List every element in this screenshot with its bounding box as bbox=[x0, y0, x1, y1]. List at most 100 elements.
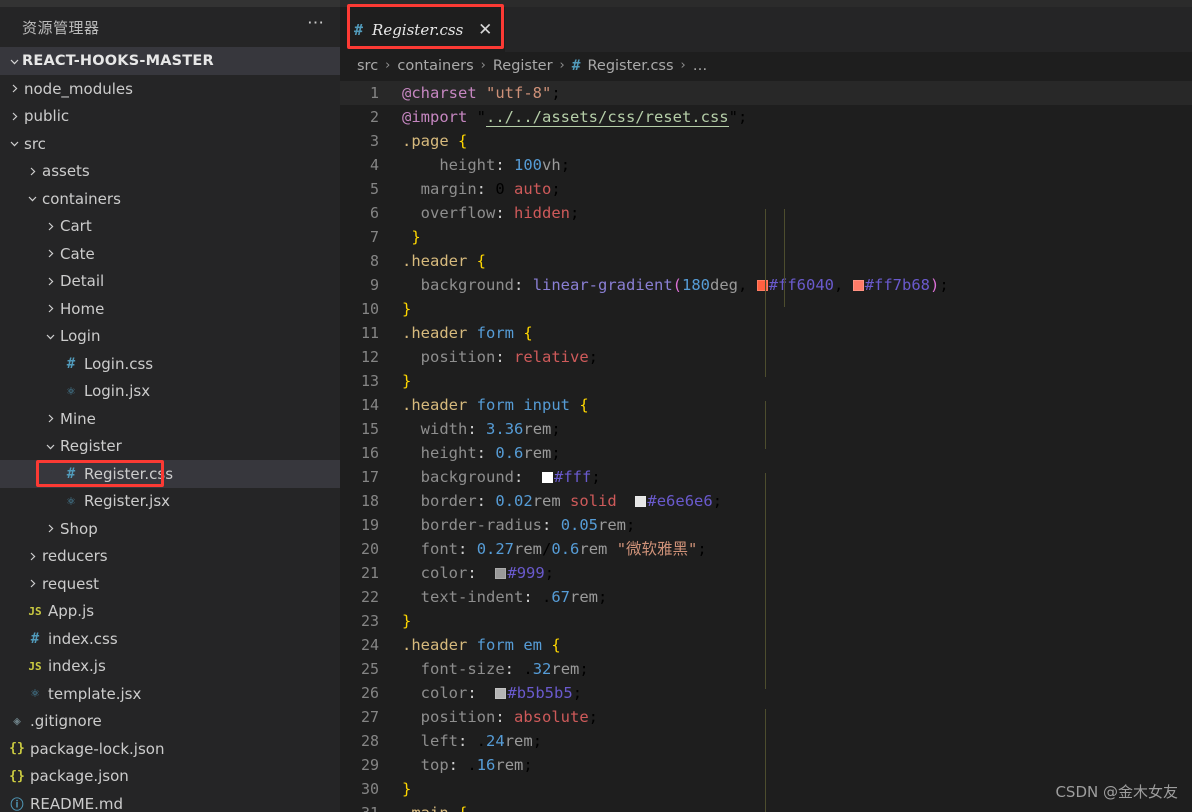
tree-item-mine[interactable]: Mine bbox=[0, 405, 340, 433]
line-number: 6 bbox=[369, 204, 379, 222]
breadcrumb-item-register[interactable]: Register bbox=[493, 58, 553, 74]
line-number: 23 bbox=[360, 612, 379, 630]
chevron-right-icon bbox=[24, 578, 40, 589]
tree-item-public[interactable]: public bbox=[0, 103, 340, 131]
color-swatch[interactable] bbox=[542, 472, 554, 483]
tree-item-detail[interactable]: Detail bbox=[0, 268, 340, 296]
tree-item-cate[interactable]: Cate bbox=[0, 240, 340, 268]
tree-item-assets[interactable]: assets bbox=[0, 158, 340, 186]
tree-item-login-jsx[interactable]: ⚛ Login.jsx bbox=[0, 378, 340, 406]
breadcrumb-item-register-css[interactable]: Register.css bbox=[587, 58, 673, 74]
tree-item-template-jsx[interactable]: ⚛ template.jsx bbox=[0, 680, 340, 708]
code-editor[interactable]: 1 @charset "utf-8"; 2 @import "../../assets… bbox=[340, 79, 1192, 812]
tree-item-label: App.js bbox=[48, 602, 95, 621]
tree-item-shop[interactable]: Shop bbox=[0, 515, 340, 543]
chevron-right-icon bbox=[24, 551, 40, 562]
color-swatch[interactable] bbox=[852, 280, 864, 291]
code-line[interactable]: 16 height: 0.6rem; bbox=[340, 441, 1192, 465]
tree-item-index-js[interactable]: JS index.js bbox=[0, 653, 340, 681]
tree-item-label: Shop bbox=[60, 519, 98, 538]
code-line[interactable]: 1 @charset "utf-8"; bbox=[340, 81, 1192, 105]
code-line[interactable]: 18 border: 0.02rem solid #e6e6e6; bbox=[340, 489, 1192, 513]
code-line[interactable]: 25 font-size: .32rem; bbox=[340, 657, 1192, 681]
code-line-text: .header form em { bbox=[402, 636, 561, 654]
tree-item-register-css[interactable]: # Register.css bbox=[0, 460, 340, 488]
code-line[interactable]: 15 width: 3.36rem; bbox=[340, 417, 1192, 441]
code-line[interactable]: 20 font: 0.27rem/0.6rem "微软雅黑"; bbox=[340, 537, 1192, 561]
tree-item-label: index.js bbox=[48, 657, 106, 676]
breadcrumb-item-src[interactable]: src bbox=[357, 58, 378, 74]
file-tree[interactable]: REACT-HOOKS-MASTER node_modules public src… bbox=[0, 47, 340, 812]
tree-item-containers[interactable]: containers bbox=[0, 185, 340, 213]
code-line[interactable]: 23} bbox=[340, 609, 1192, 633]
code-line[interactable]: 21 color: #999; bbox=[340, 561, 1192, 585]
tree-item-reducers[interactable]: reducers bbox=[0, 543, 340, 571]
code-line-text: @import "../../assets/css/reset.css"; bbox=[402, 108, 748, 127]
code-line[interactable]: 26 color: #b5b5b5; bbox=[340, 681, 1192, 705]
color-swatch[interactable] bbox=[756, 280, 768, 291]
title-bar-left bbox=[0, 0, 340, 7]
code-line[interactable]: 12 position: relative; bbox=[340, 345, 1192, 369]
code-line[interactable]: 10} bbox=[340, 297, 1192, 321]
code-line[interactable]: 5 margin: 0 auto; bbox=[340, 177, 1192, 201]
color-swatch[interactable] bbox=[495, 568, 507, 579]
code-line-text: @charset "utf-8"; bbox=[402, 84, 561, 102]
code-line-text: color: #999; bbox=[420, 564, 555, 582]
tree-item-login-css[interactable]: # Login.css bbox=[0, 350, 340, 378]
tree-item-cart[interactable]: Cart bbox=[0, 213, 340, 241]
tree-root-label: REACT-HOOKS-MASTER bbox=[22, 53, 214, 69]
tree-item-login[interactable]: Login bbox=[0, 323, 340, 351]
code-line[interactable]: 6 overflow: hidden; bbox=[340, 201, 1192, 225]
code-line[interactable]: 9 background: linear-gradient(180deg, #f… bbox=[340, 273, 1192, 297]
tree-item-index-css[interactable]: # index.css bbox=[0, 625, 340, 653]
code-line[interactable]: 11 .header form { bbox=[340, 321, 1192, 345]
code-line[interactable]: 31.main { bbox=[340, 801, 1192, 812]
tree-item-label: request bbox=[42, 574, 100, 593]
tree-item-package-json[interactable]: {} package.json bbox=[0, 763, 340, 791]
tree-item-src[interactable]: src bbox=[0, 130, 340, 158]
color-swatch[interactable] bbox=[495, 688, 507, 699]
tab-register-css[interactable]: # Register.css ✕ bbox=[340, 7, 507, 52]
code-line[interactable]: 27 position: absolute; bbox=[340, 705, 1192, 729]
tree-item-register-jsx[interactable]: ⚛ Register.jsx bbox=[0, 488, 340, 516]
code-line[interactable]: 17 background: #fff; bbox=[340, 465, 1192, 489]
close-icon[interactable]: ✕ bbox=[477, 21, 493, 38]
tree-root-react-hooks-master[interactable]: REACT-HOOKS-MASTER bbox=[0, 47, 340, 75]
line-number: 25 bbox=[360, 660, 379, 678]
code-line[interactable]: 24 .header form em { bbox=[340, 633, 1192, 657]
code-line[interactable]: 7 } bbox=[340, 225, 1192, 249]
line-number: 9 bbox=[369, 276, 379, 294]
code-line[interactable]: 3 .page { bbox=[340, 129, 1192, 153]
jsx-file-icon: ⚛ bbox=[67, 493, 75, 509]
code-line[interactable]: 14 .header form input { bbox=[340, 393, 1192, 417]
line-number: 10 bbox=[360, 300, 379, 318]
tree-item-label: Mine bbox=[60, 409, 96, 428]
breadcrumb-item-more[interactable]: … bbox=[693, 58, 708, 74]
tree-item-app-js[interactable]: JS App.js bbox=[0, 598, 340, 626]
tree-item-gitignore[interactable]: ◈ .gitignore bbox=[0, 708, 340, 736]
code-line[interactable]: 19 border-radius: 0.05rem; bbox=[340, 513, 1192, 537]
code-line[interactable]: 13} bbox=[340, 369, 1192, 393]
tree-item-register[interactable]: Register bbox=[0, 433, 340, 461]
code-line[interactable]: 29 top: .16rem; bbox=[340, 753, 1192, 777]
color-swatch[interactable] bbox=[635, 496, 647, 507]
chevron-right-icon bbox=[42, 523, 58, 534]
tree-item-label: Login.css bbox=[84, 354, 154, 373]
tree-item-readme-md[interactable]: ⓘ README.md bbox=[0, 790, 340, 812]
breadcrumb-item-containers[interactable]: containers bbox=[397, 58, 473, 74]
tree-item-package-lock-json[interactable]: {} package-lock.json bbox=[0, 735, 340, 763]
line-number: 14 bbox=[360, 396, 379, 414]
js-file-icon: JS bbox=[28, 604, 42, 618]
code-line[interactable]: 28 left: .24rem; bbox=[340, 729, 1192, 753]
code-line[interactable]: 22 text-indent: .67rem; bbox=[340, 585, 1192, 609]
code-line[interactable]: 8 .header { bbox=[340, 249, 1192, 273]
code-line-text: .main { bbox=[396, 801, 467, 812]
tree-item-request[interactable]: request bbox=[0, 570, 340, 598]
code-line[interactable]: 4 height: 100vh; bbox=[340, 153, 1192, 177]
ellipsis-icon[interactable]: ⋯ bbox=[307, 14, 326, 36]
code-line[interactable]: 2 @import "../../assets/css/reset.css"; bbox=[340, 105, 1192, 129]
code-line-text: position: relative; bbox=[420, 348, 599, 366]
tree-item-home[interactable]: Home bbox=[0, 295, 340, 323]
tree-item-node-modules[interactable]: node_modules bbox=[0, 75, 340, 103]
css-file-icon: # bbox=[66, 355, 76, 372]
